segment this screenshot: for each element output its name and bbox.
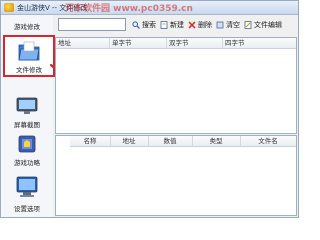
sidebar-item-label: 游戏功略 [14, 159, 40, 167]
sidebar-item-settings[interactable]: 设置选项 [3, 175, 51, 217]
column-header-word[interactable]: 双字节 [167, 38, 223, 48]
folder-icon [18, 41, 40, 61]
search-button-label: 搜索 [142, 20, 156, 29]
search-button[interactable]: 搜索 [132, 18, 156, 31]
address-table[interactable]: 地址 单字节 双字节 四字节 [55, 37, 297, 134]
sidebar-item-label: 设置选项 [14, 205, 40, 213]
result-table[interactable]: 名称 地址 数值 类型 文件名 [55, 135, 297, 216]
file-edit-icon [244, 20, 252, 29]
clear-button-label: 清空 [226, 20, 240, 29]
column-header-dword[interactable]: 四字节 [223, 38, 296, 48]
new-button[interactable]: 新建 [160, 18, 184, 31]
file-edit-button-label: 文件编辑 [254, 20, 282, 29]
new-button-label: 新建 [170, 20, 184, 29]
table-header: 地址 单字节 双字节 四字节 [56, 38, 296, 49]
sidebar-item-game-guide[interactable]: 游戏功略 [3, 135, 51, 171]
table-header: 名称 地址 数值 类型 文件名 [70, 136, 296, 147]
column-header-type[interactable]: 类型 [192, 136, 241, 146]
file-edit-button[interactable]: 文件编辑 [244, 18, 282, 31]
column-header-address[interactable]: 地址 [56, 38, 110, 48]
search-input[interactable] [58, 18, 126, 31]
toolbar: 搜索 新建 删除 清空 文件编辑 [54, 15, 298, 35]
column-header-address[interactable]: 地址 [110, 136, 149, 146]
column-header-byte[interactable]: 单字节 [110, 38, 167, 48]
new-icon [160, 20, 168, 29]
app-window: 金山游侠V -- 文件修改 河东软件园 www.pc0359.cn 游戏修改 文… [0, 0, 299, 218]
column-header-name[interactable]: 名称 [70, 136, 111, 146]
left-nav: 游戏修改 文件修改 屏幕截图 游戏功略 设置选项 [1, 15, 55, 217]
screenshot-icon [16, 97, 38, 114]
search-icon [132, 20, 140, 29]
app-icon [4, 3, 14, 12]
sidebar-item-label: 屏幕截图 [14, 121, 40, 129]
watermark: 河东软件园 www.pc0359.cn [65, 4, 193, 14]
delete-button[interactable]: 删除 [188, 18, 212, 31]
column-header-filename[interactable]: 文件名 [240, 136, 296, 146]
sidebar-item-file-modify[interactable]: 文件修改 [3, 35, 55, 77]
clear-icon [216, 21, 224, 28]
sidebar-item-label: 文件修改 [16, 66, 42, 74]
delete-icon [188, 20, 196, 29]
column-header-value[interactable]: 数值 [148, 136, 193, 146]
sidebar-item-label: 游戏修改 [14, 23, 40, 31]
settings-icon [16, 176, 38, 197]
sidebar-item-screenshot[interactable]: 屏幕截图 [3, 97, 51, 133]
clear-button[interactable]: 清空 [216, 18, 240, 31]
delete-button-label: 删除 [198, 20, 212, 29]
sidebar-item-game-modify[interactable]: 游戏修改 [3, 15, 51, 33]
game-guide-icon [18, 135, 36, 153]
